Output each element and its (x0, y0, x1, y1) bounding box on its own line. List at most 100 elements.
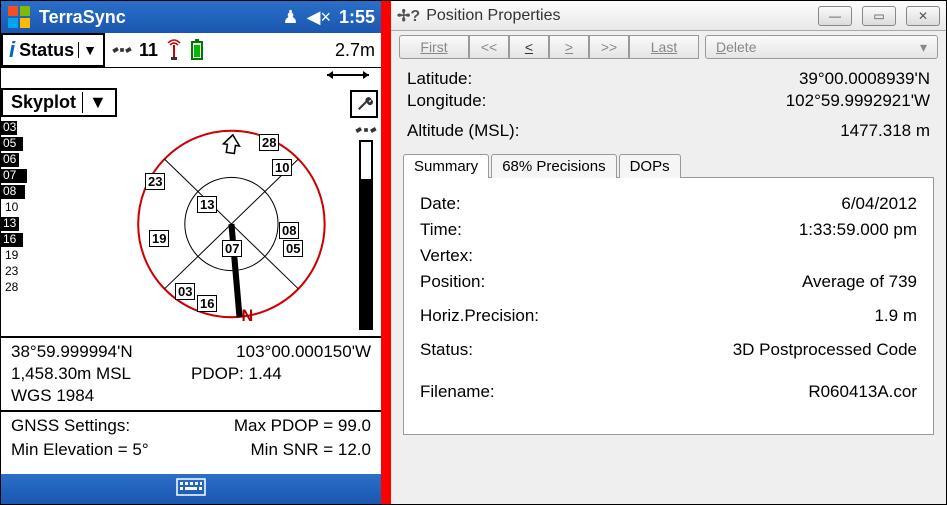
sat-label: 19 (149, 230, 169, 247)
lon-value: 102°59.9992921'W (786, 91, 930, 111)
hprec-value: 1.9 m (874, 306, 917, 326)
terrasync-pane: TerraSync ♟ ◀× 1:55 i Status ▼ 11 (1, 1, 381, 504)
next-page-button[interactable]: >> (589, 35, 629, 59)
maximize-button[interactable]: ▭ (862, 6, 896, 26)
snr-row: 03 (1, 120, 47, 136)
status-label: Status: (420, 340, 473, 360)
position-value: Average of 739 (802, 272, 917, 292)
position-label: Position: (420, 272, 485, 292)
chevron-down-icon: ▾ (920, 39, 927, 56)
close-button[interactable]: ✕ (906, 6, 940, 26)
connectivity-icon[interactable]: ♟ (282, 7, 298, 28)
distance-arrow-icon (323, 68, 373, 86)
window-title: Position Properties (426, 7, 560, 25)
filename-value: R060413A.cor (808, 382, 917, 402)
snr-row: 08 (1, 184, 47, 200)
hprec-label: Horiz.Precision: (420, 306, 539, 326)
delete-button[interactable]: Delete▾ (705, 35, 938, 59)
status-dropdown[interactable]: i Status ▼ (1, 33, 105, 67)
tab-summary[interactable]: Summary (403, 154, 489, 178)
tab-host: Summary 68% Precisions DOPs Date: 6/04/20… (403, 153, 934, 494)
vertex-label: Vertex: (420, 246, 473, 266)
snr-column: 0305060708101316192328 (1, 118, 47, 336)
pda-bottombar (1, 474, 381, 504)
snr-row: 07 (1, 168, 47, 184)
coords-block: 38°59.999994'N 103°00.000150'W 1,458.30m… (1, 336, 381, 410)
signal-bar (359, 140, 373, 330)
longitude: 103°00.000150'W (191, 342, 371, 362)
snr-row: 13 (1, 216, 47, 232)
time-value: 1:33:59.000 pm (799, 220, 917, 240)
max-pdop: Max PDOP = 99.0 (191, 416, 371, 436)
gnss-label: GNSS Settings: (11, 416, 191, 436)
lon-label: Longitude: (407, 91, 486, 111)
tab-body-summary: Date: 6/04/2012 Time: 1:33:59.000 pm Verte… (403, 177, 934, 435)
min-elevation: Min Elevation = 5° (11, 440, 191, 460)
sat-label: 16 (197, 295, 217, 312)
snr-row: 23 (1, 264, 47, 280)
date-value: 6/04/2012 (841, 194, 917, 214)
window-titlebar: ✢? Position Properties — ▭ ✕ (391, 1, 946, 31)
toolbar-row-2: Skyplot ▼ (1, 88, 381, 118)
pdop: PDOP: 1.44 (191, 364, 371, 384)
satellite-icon (355, 122, 377, 138)
gnss-block: GNSS Settings: Max PDOP = 99.0 Min Eleva… (1, 410, 381, 464)
snr-row: 10 (1, 200, 47, 216)
sat-label: 28 (259, 134, 279, 151)
app-title: TerraSync (39, 7, 126, 28)
tab-precisions[interactable]: 68% Precisions (491, 154, 616, 178)
pane-divider (381, 1, 391, 504)
chevron-down-icon: ▼ (82, 92, 107, 113)
first-button[interactable]: First (399, 35, 469, 59)
alt-value: 1477.318 m (840, 121, 930, 141)
alt-label: Altitude (MSL): (407, 121, 519, 141)
skyplot[interactable]: N 28102313190708050316 (47, 118, 351, 336)
top-props: Latitude: 39°00.0008939'N Longitude: 102°5… (391, 63, 946, 147)
satellite-icon (111, 39, 133, 61)
sat-label: 10 (272, 159, 292, 176)
distance: 2.7m (335, 40, 375, 61)
snr-row: 19 (1, 248, 47, 264)
clock: 1:55 (339, 7, 375, 28)
signal-column (351, 118, 381, 336)
snr-row: 06 (1, 152, 47, 168)
sat-label: 07 (222, 240, 242, 257)
lat-label: Latitude: (407, 69, 472, 89)
status-icons: 11 2.7m (105, 33, 381, 67)
filename-label: Filename: (420, 382, 495, 402)
keyboard-icon[interactable] (176, 478, 206, 501)
next-button[interactable]: > (549, 35, 589, 59)
sat-label: 13 (197, 196, 217, 213)
snr-row: 16 (1, 232, 47, 248)
snr-row: 05 (1, 136, 47, 152)
min-snr: Min SNR = 12.0 (191, 440, 371, 460)
record-nav: First << < > >> Last Delete▾ (399, 35, 938, 59)
datum: WGS 1984 (11, 386, 371, 406)
settings-button[interactable] (350, 90, 378, 118)
skyplot-dropdown[interactable]: Skyplot ▼ (1, 88, 117, 117)
toolbar-row-1: i Status ▼ 11 2.7m (1, 33, 381, 68)
volume-icon[interactable]: ◀× (307, 7, 331, 28)
sat-count: 11 (139, 40, 158, 61)
minimize-button[interactable]: — (818, 6, 852, 26)
position-properties-window: ✢? Position Properties — ▭ ✕ First << < … (391, 1, 946, 504)
tab-dops[interactable]: DOPs (619, 154, 681, 178)
sat-label: 05 (283, 240, 303, 257)
prev-page-button[interactable]: << (469, 35, 509, 59)
status-value: 3D Postprocessed Code (733, 340, 917, 360)
last-button[interactable]: Last (629, 35, 699, 59)
help-icon[interactable]: ✢? (397, 6, 420, 26)
date-label: Date: (420, 194, 461, 214)
pda-titlebar: TerraSync ♟ ◀× 1:55 (1, 1, 381, 33)
windows-logo-icon (7, 5, 31, 29)
sat-label: 03 (175, 283, 195, 300)
snr-row: 28 (1, 280, 47, 296)
svg-text:N: N (242, 307, 254, 325)
altitude: 1,458.30m MSL (11, 364, 191, 384)
prev-button[interactable]: < (509, 35, 549, 59)
battery-icon (190, 39, 204, 61)
skyplot-area: 0305060708101316192328 N 281023131907080… (1, 118, 381, 336)
chevron-down-icon: ▼ (78, 42, 97, 58)
lat-value: 39°00.0008939'N (799, 69, 930, 89)
time-label: Time: (420, 220, 462, 240)
